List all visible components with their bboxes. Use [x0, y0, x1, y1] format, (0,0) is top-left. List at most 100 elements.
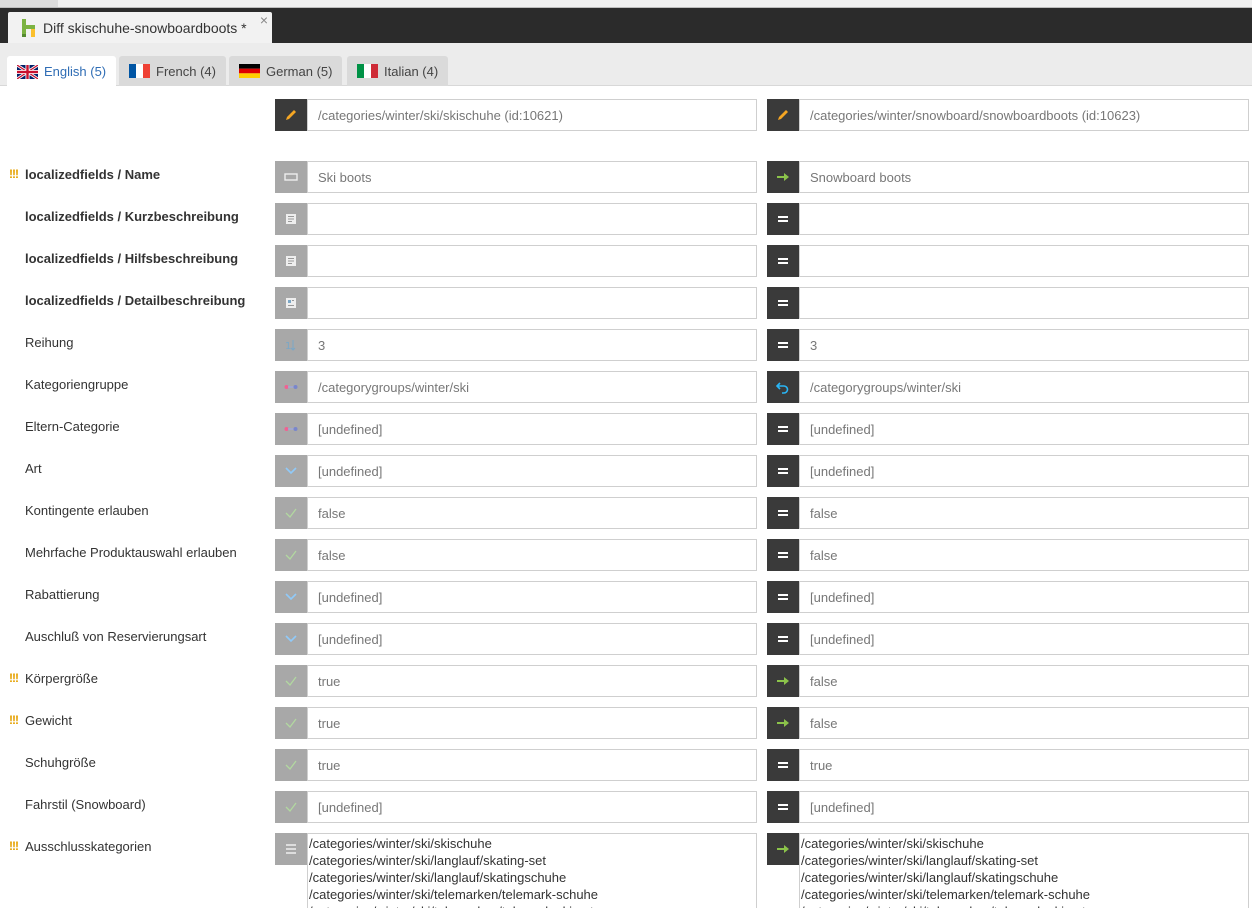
- pencil-icon: [286, 110, 296, 120]
- warning-marker: !!!: [9, 713, 19, 727]
- equals-icon[interactable]: [767, 245, 799, 277]
- diff-row: localizedfields / Hilfsbeschreibung: [0, 245, 1252, 277]
- left-value-field[interactable]: [undefined]: [307, 413, 757, 445]
- equals-icon[interactable]: [767, 497, 799, 529]
- category-path-line: /categories/winter/ski/skischuhe: [309, 836, 492, 851]
- equals-icon[interactable]: [767, 203, 799, 235]
- right-value-field[interactable]: [undefined]: [799, 413, 1249, 445]
- relation-icon[interactable]: [275, 413, 307, 445]
- tab-italian[interactable]: Italian (4): [347, 56, 449, 86]
- diff-row: Art [undefined] [undefined]: [0, 455, 1252, 487]
- close-tab-icon[interactable]: ×: [260, 12, 268, 28]
- left-value-field[interactable]: [undefined]: [307, 581, 757, 613]
- left-value-field[interactable]: 3: [307, 329, 757, 361]
- left-value-field[interactable]: /categorygroups/winter/ski: [307, 371, 757, 403]
- arrow-right-icon[interactable]: [767, 707, 799, 739]
- tab-french[interactable]: French (4): [119, 56, 226, 86]
- equals-icon[interactable]: [767, 413, 799, 445]
- field-label: Ausschlusskategorien: [25, 839, 152, 854]
- input-icon[interactable]: [275, 161, 307, 193]
- right-value-field[interactable]: true: [799, 749, 1249, 781]
- left-value-field[interactable]: true: [307, 665, 757, 697]
- field-label: Mehrfache Produktauswahl erlauben: [25, 545, 237, 560]
- left-value-field[interactable]: [307, 245, 757, 277]
- right-value-field[interactable]: [undefined]: [799, 791, 1249, 823]
- left-value-field[interactable]: [undefined]: [307, 623, 757, 655]
- equals-icon[interactable]: [767, 329, 799, 361]
- multiselect-icon[interactable]: [275, 833, 307, 865]
- right-value-field[interactable]: /categorygroups/winter/ski: [799, 371, 1249, 403]
- left-value-field[interactable]: Ski boots: [307, 161, 757, 193]
- field-label: localizedfields / Name: [25, 167, 161, 182]
- equals-icon[interactable]: [767, 455, 799, 487]
- diff-row: localizedfields / Kurzbeschreibung: [0, 203, 1252, 235]
- equals-icon[interactable]: [767, 623, 799, 655]
- tab-english[interactable]: English (5): [7, 56, 117, 87]
- left-value-field[interactable]: false: [307, 539, 757, 571]
- equals-icon[interactable]: [767, 791, 799, 823]
- left-object-path[interactable]: /categories/winter/ski/skischuhe (id:106…: [307, 99, 757, 131]
- select-icon[interactable]: [275, 623, 307, 655]
- diff-row: !!! localizedfields / Name Ski boots Snowbo…: [0, 161, 1252, 193]
- equals-icon[interactable]: [767, 539, 799, 571]
- textarea-icon[interactable]: [275, 203, 307, 235]
- field-label: localizedfields / Hilfsbeschreibung: [25, 251, 239, 266]
- left-value-field[interactable]: true: [307, 749, 757, 781]
- right-value-field[interactable]: Snowboard boots: [799, 161, 1249, 193]
- left-value-field[interactable]: [undefined]: [307, 791, 757, 823]
- checkbox-icon[interactable]: [275, 749, 307, 781]
- undo-icon[interactable]: [767, 371, 799, 403]
- right-object-path[interactable]: /categories/winter/snowboard/snowboardbo…: [799, 99, 1249, 131]
- right-value-field[interactable]: false: [799, 707, 1249, 739]
- tab-english-label: English (5): [44, 64, 107, 79]
- window-top-stub: [0, 0, 58, 7]
- left-value-field[interactable]: [307, 287, 757, 319]
- left-multiselect-value[interactable]: /categories/winter/ski/skischuhe/categor…: [307, 833, 757, 908]
- field-label: Reihung: [25, 335, 74, 350]
- equals-icon[interactable]: [767, 749, 799, 781]
- right-value-field[interactable]: [799, 203, 1249, 235]
- right-value-field[interactable]: false: [799, 665, 1249, 697]
- edit-right-button[interactable]: [767, 99, 799, 131]
- right-value-field[interactable]: 3: [799, 329, 1249, 361]
- left-value-field[interactable]: [undefined]: [307, 455, 757, 487]
- equals-icon[interactable]: [767, 287, 799, 319]
- left-value-field[interactable]: [307, 203, 757, 235]
- checkbox-icon[interactable]: [275, 539, 307, 571]
- right-value-field[interactable]: false: [799, 497, 1249, 529]
- arrow-right-icon[interactable]: [767, 665, 799, 697]
- numeric-icon[interactable]: 1: [275, 329, 307, 361]
- tab-german[interactable]: German (5): [229, 56, 343, 86]
- diff-row: localizedfields / Detailbeschreibung: [0, 287, 1252, 319]
- equals-icon[interactable]: [767, 581, 799, 613]
- object-path-row: /categories/winter/ski/skischuhe (id:106…: [0, 99, 1252, 131]
- left-value-field[interactable]: true: [307, 707, 757, 739]
- select-icon[interactable]: [275, 581, 307, 613]
- diff-row: Kontingente erlauben false false: [0, 497, 1252, 529]
- checkbox-icon[interactable]: [275, 497, 307, 529]
- relation-icon[interactable]: [275, 371, 307, 403]
- right-value-field[interactable]: [799, 245, 1249, 277]
- diff-document-tab[interactable]: Diff skischuhe-snowboardboots * ×: [8, 12, 272, 43]
- arrow-right-icon[interactable]: [767, 833, 799, 865]
- right-multiselect-value[interactable]: /categories/winter/ski/skischuhe/categor…: [799, 833, 1249, 908]
- field-label: Auschluß von Reservierungsart: [25, 629, 207, 644]
- edit-left-button[interactable]: [275, 99, 307, 131]
- category-path-line: /categories/winter/ski/langlauf/skating-…: [801, 853, 1039, 868]
- right-value-field[interactable]: [undefined]: [799, 581, 1249, 613]
- right-value-field[interactable]: [799, 287, 1249, 319]
- checkbox-icon[interactable]: [275, 707, 307, 739]
- wysiwyg-icon[interactable]: [275, 287, 307, 319]
- right-value-field[interactable]: [undefined]: [799, 455, 1249, 487]
- category-path-line: /categories/winter/ski/langlauf/skating-…: [309, 853, 547, 868]
- field-label: Körpergröße: [25, 671, 98, 686]
- right-value-field[interactable]: false: [799, 539, 1249, 571]
- left-value-field[interactable]: false: [307, 497, 757, 529]
- textarea-icon[interactable]: [275, 245, 307, 277]
- select-icon[interactable]: [275, 455, 307, 487]
- arrow-right-icon[interactable]: [767, 161, 799, 193]
- checkbox-icon[interactable]: [275, 791, 307, 823]
- checkbox-icon[interactable]: [275, 665, 307, 697]
- field-label: localizedfields / Detailbeschreibung: [25, 293, 246, 308]
- right-value-field[interactable]: [undefined]: [799, 623, 1249, 655]
